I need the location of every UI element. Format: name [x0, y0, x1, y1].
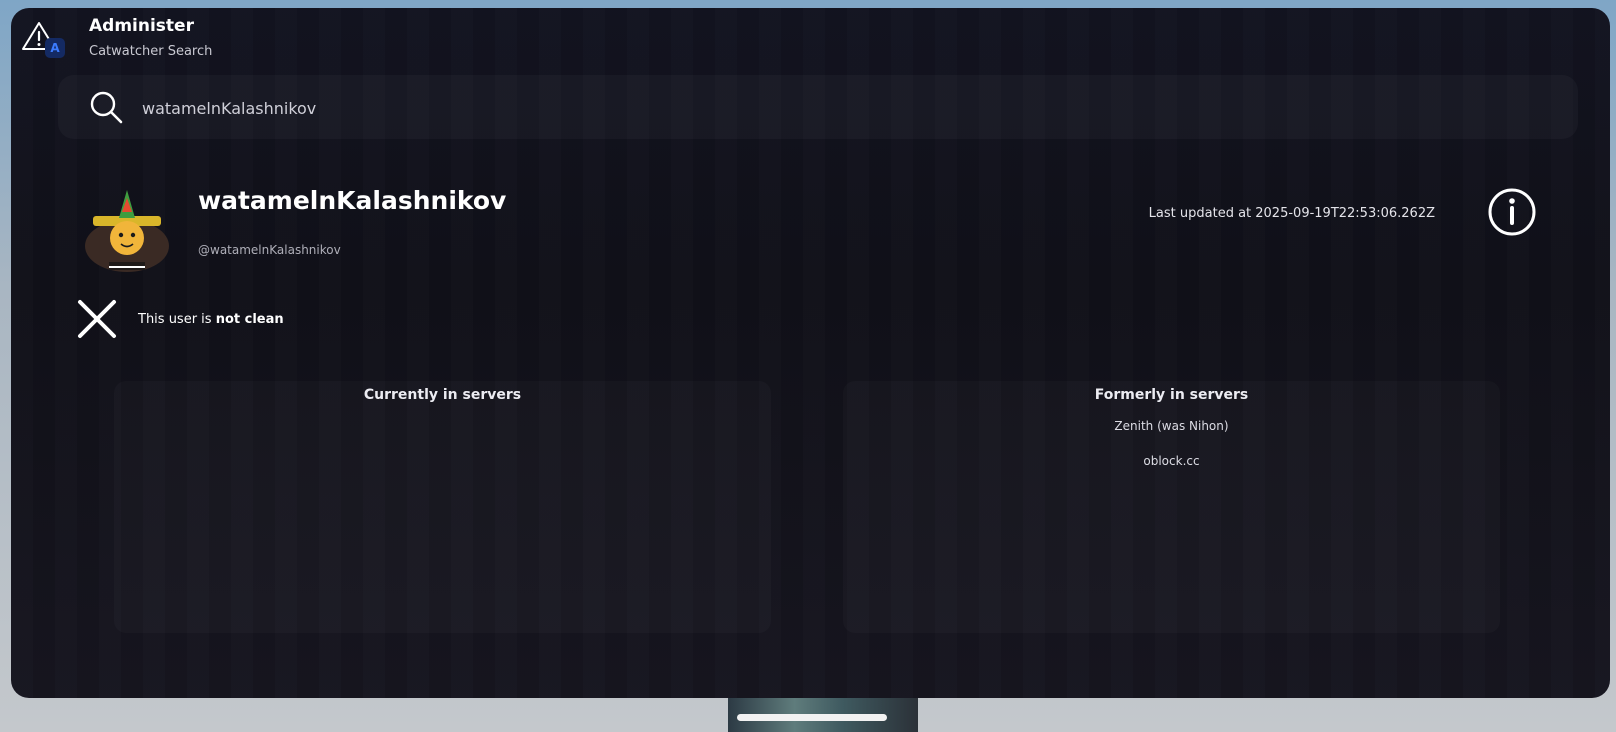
app-subtitle: Catwatcher Search	[89, 44, 213, 59]
current-servers-title: Currently in servers	[363, 387, 522, 403]
home-indicator[interactable]	[737, 714, 887, 721]
info-icon[interactable]	[1486, 186, 1538, 238]
avatar	[81, 188, 173, 280]
former-servers-list: Zenith (was Nihon) oblock.cc	[843, 417, 1500, 487]
last-updated-timestamp: Last updated at 2025-09-19T22:53:06.262Z	[1148, 206, 1435, 221]
former-servers-panel: Formerly in servers Zenith (was Nihon) o…	[843, 381, 1500, 633]
info-button[interactable]	[1486, 186, 1538, 238]
former-server-item[interactable]: Zenith (was Nihon)	[843, 417, 1500, 452]
username: @watamelnKalashnikov	[198, 243, 341, 257]
clean-status-text: This user is not clean	[138, 312, 284, 327]
status-prefix: This user is	[138, 312, 216, 327]
x-icon	[77, 299, 117, 339]
display-name: watamelnKalashnikov	[198, 186, 507, 215]
search-bar[interactable]	[58, 75, 1578, 139]
search-input[interactable]	[140, 87, 1544, 129]
former-servers-title: Formerly in servers	[1094, 387, 1249, 403]
app-window: A Administer Catwatcher Search watamelnK…	[11, 8, 1610, 698]
search-icon[interactable]	[88, 89, 124, 125]
app-badge-icon: A	[45, 38, 65, 58]
former-server-item[interactable]: oblock.cc	[843, 452, 1500, 487]
status-verdict: not clean	[215, 312, 284, 327]
app-title: Administer	[89, 16, 194, 36]
current-servers-panel: Currently in servers	[114, 381, 771, 633]
